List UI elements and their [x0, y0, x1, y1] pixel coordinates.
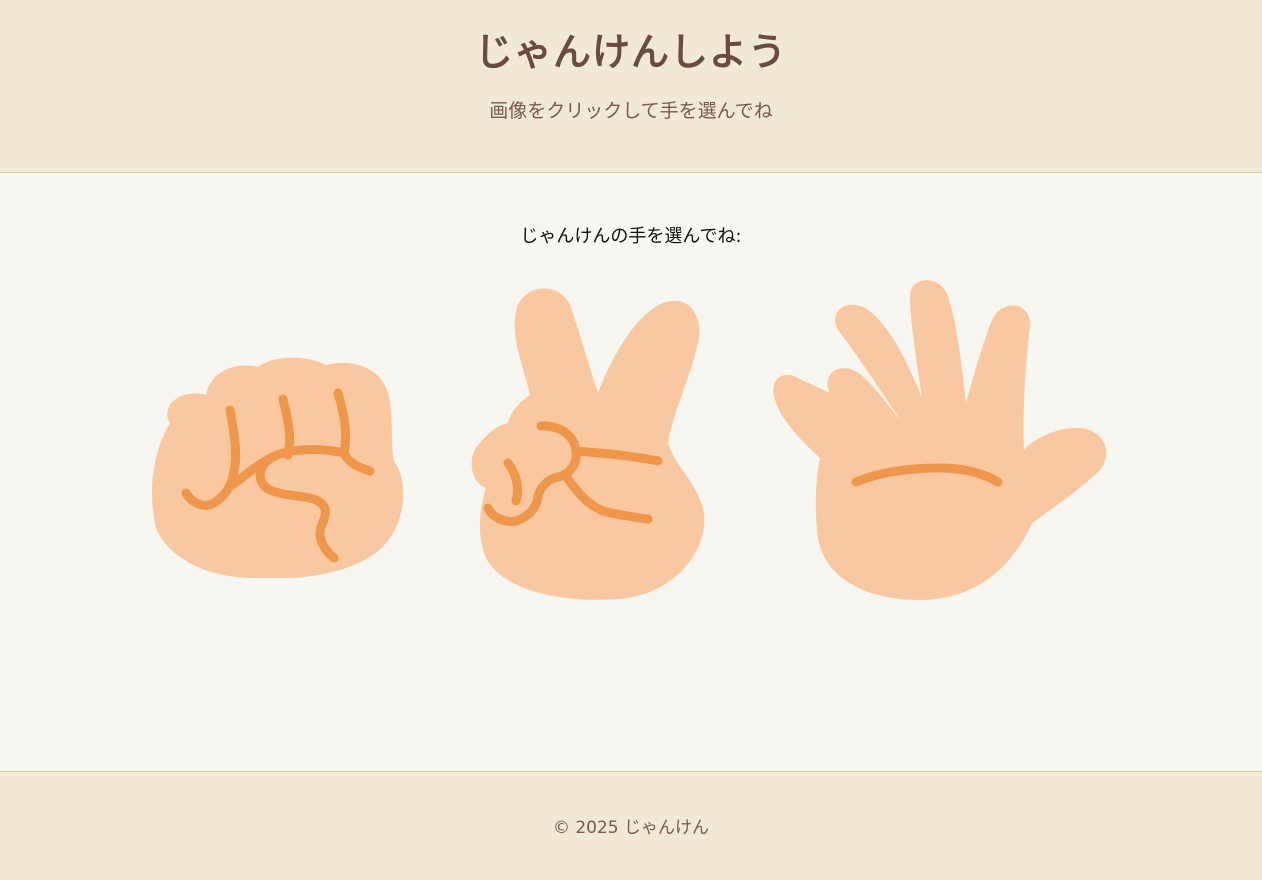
page-subtitle: 画像をクリックして手を選んでね	[489, 100, 773, 122]
rock-hand-icon	[152, 357, 404, 578]
page-title: じゃんけんしよう	[474, 30, 787, 74]
choice-prompt: じゃんけんの手を選んでね:	[520, 226, 742, 247]
scissors-button[interactable]	[468, 283, 710, 603]
paper-hand-icon	[773, 280, 1107, 600]
scissors-hand-icon	[471, 288, 705, 600]
header: じゃんけんしよう 画像をクリックして手を選んでね	[0, 0, 1262, 173]
footer: © 2025 じゃんけん	[0, 771, 1262, 880]
main-content: じゃんけんの手を選んでね:	[0, 173, 1262, 771]
rock-button[interactable]	[148, 353, 406, 578]
paper-button[interactable]	[770, 278, 1115, 608]
copyright-text: © 2025 じゃんけん	[552, 818, 710, 838]
